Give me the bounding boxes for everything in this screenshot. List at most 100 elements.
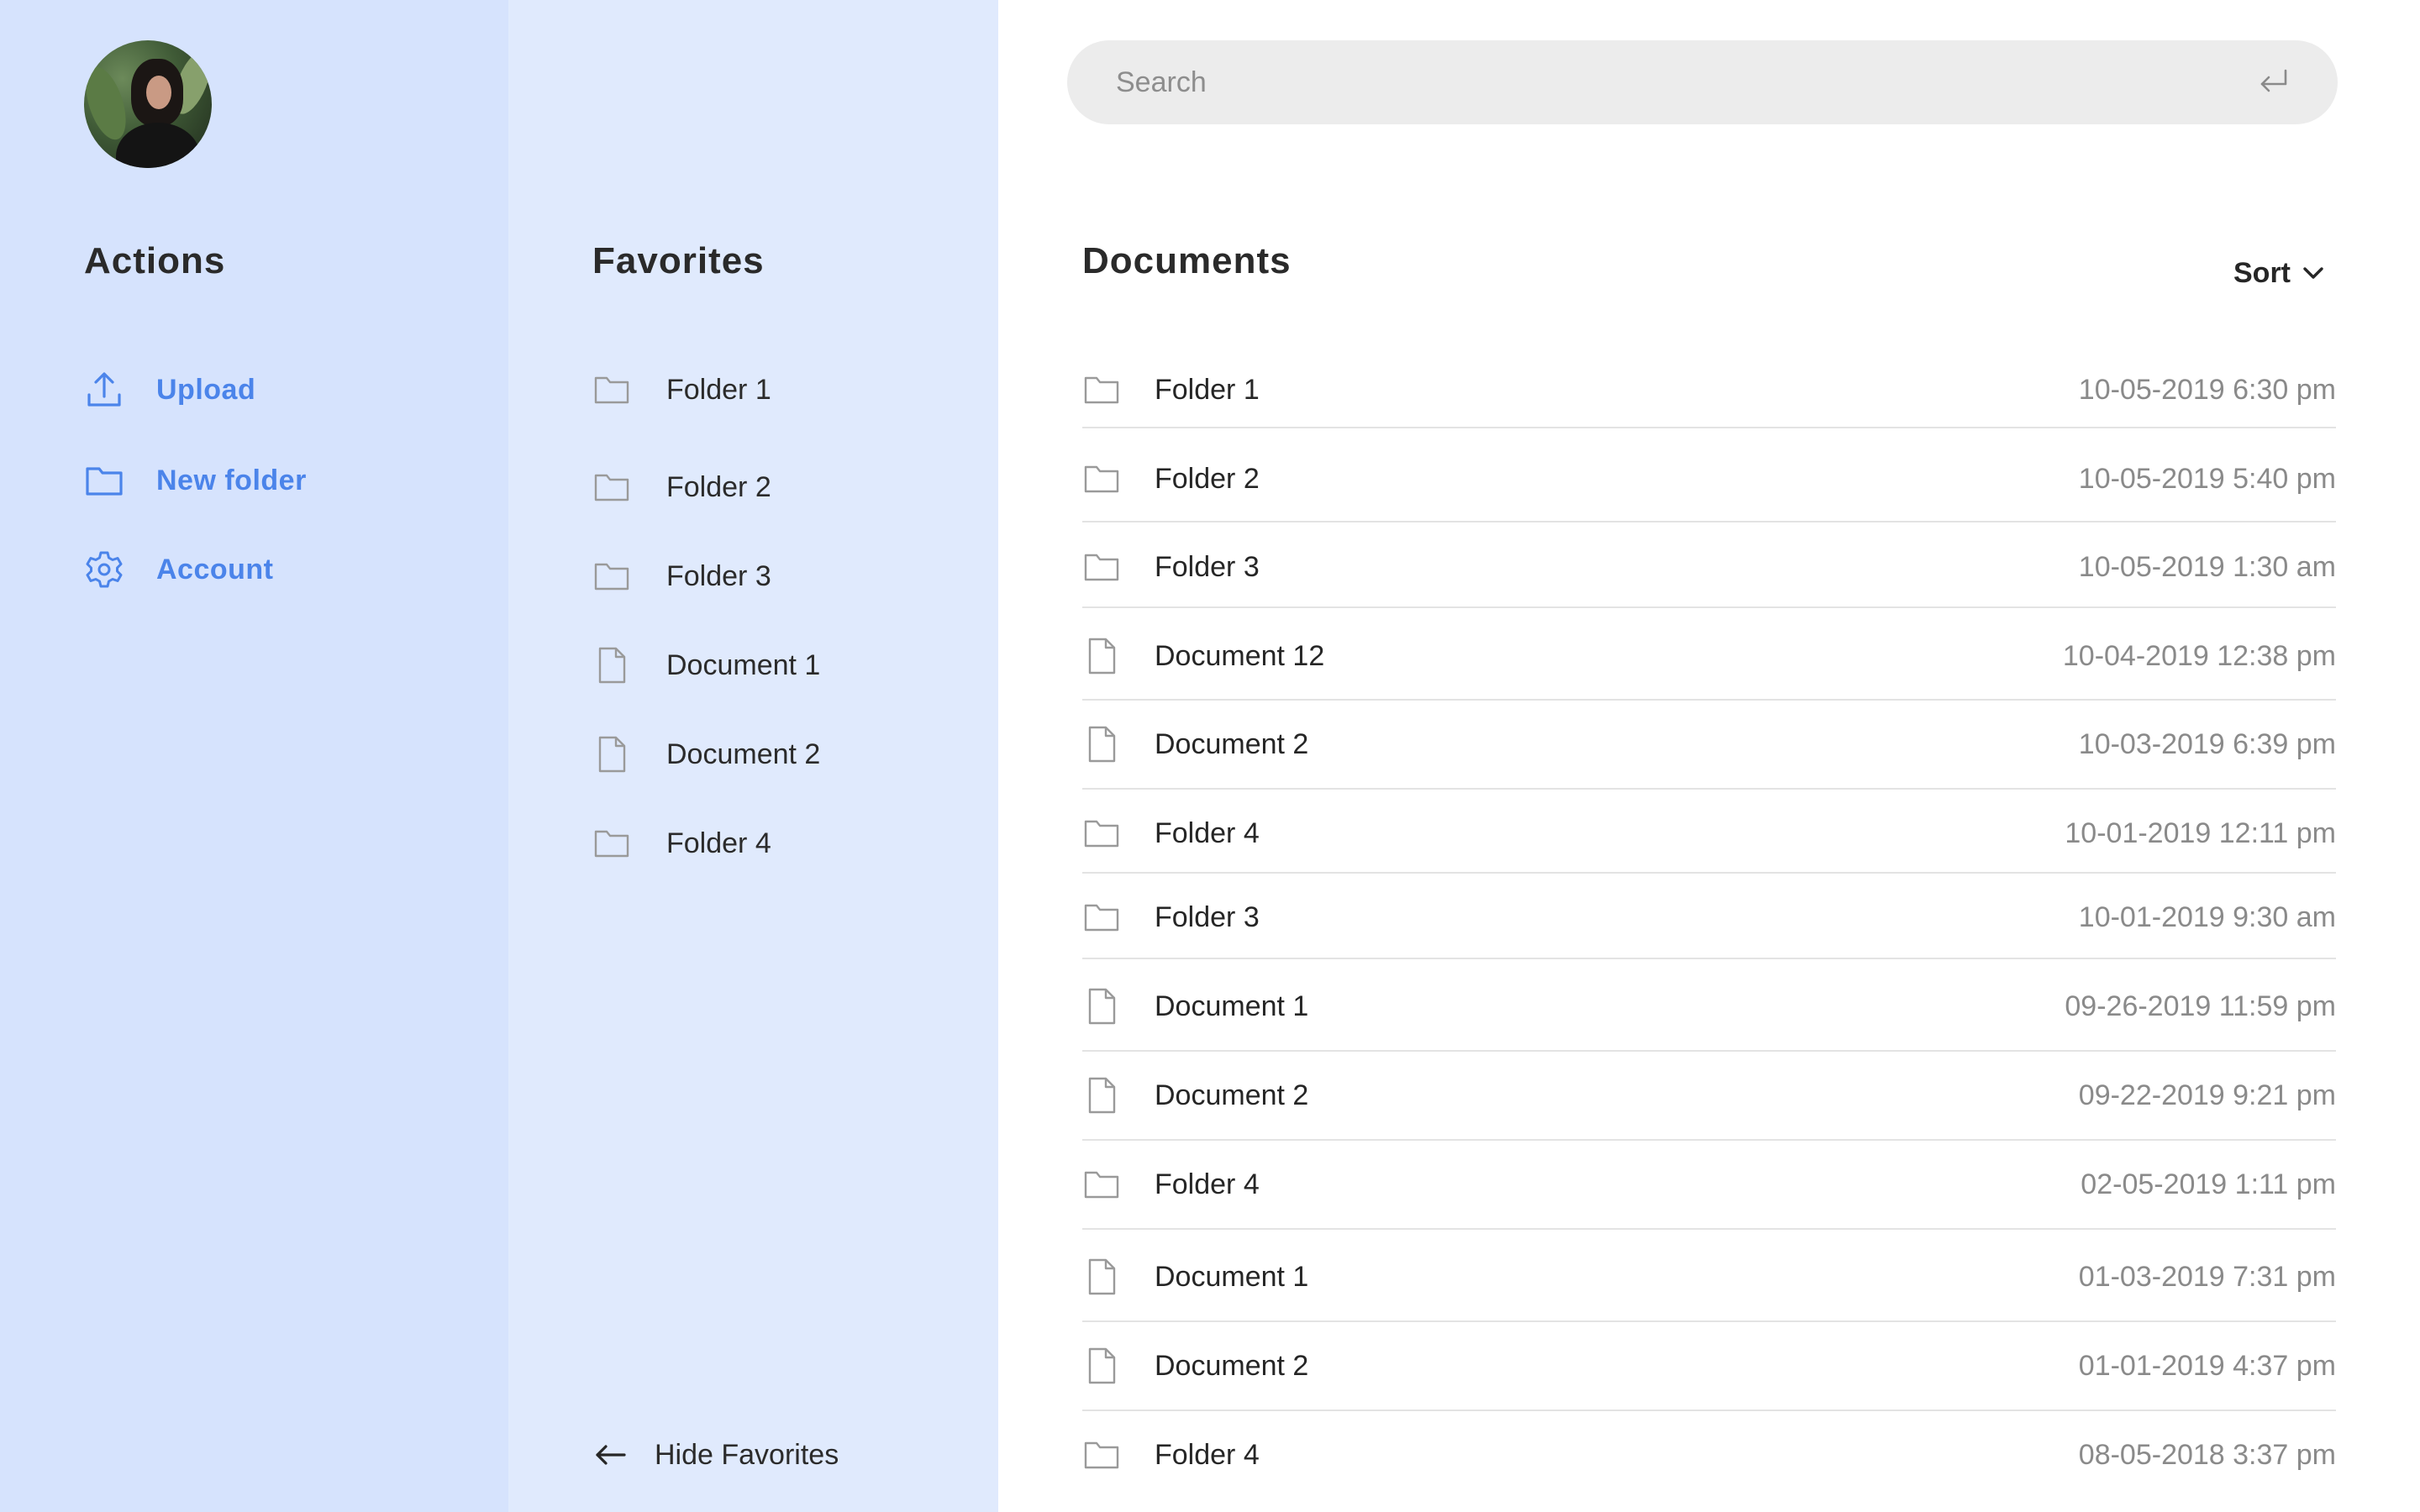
folder-icon xyxy=(592,370,631,409)
upload-label: Upload xyxy=(156,373,256,406)
row-date: 01-01-2019 4:37 pm xyxy=(2078,1349,2336,1382)
folder-icon xyxy=(1082,459,1121,498)
table-row[interactable]: Folder 3 10-05-2019 1:30 am xyxy=(1082,525,2336,609)
document-icon xyxy=(1082,1076,1121,1115)
favorite-item[interactable]: Document 1 xyxy=(592,642,820,689)
table-row[interactable]: Document 2 01-01-2019 4:37 pm xyxy=(1082,1324,2336,1408)
table-row[interactable]: Document 12 10-04-2019 12:38 pm xyxy=(1082,614,2336,698)
row-name: Document 2 xyxy=(1155,727,1309,760)
row-date: 10-05-2019 1:30 am xyxy=(2078,550,2336,583)
upload-button[interactable]: Upload xyxy=(84,366,255,413)
row-divider xyxy=(1082,1050,2336,1052)
actions-title: Actions xyxy=(84,240,226,281)
document-icon xyxy=(592,646,631,685)
row-name: Document 2 xyxy=(1155,1079,1309,1111)
table-row[interactable]: Folder 3 10-01-2019 9:30 am xyxy=(1082,875,2336,959)
favorite-item-label: Folder 1 xyxy=(666,373,771,406)
row-divider xyxy=(1082,1410,2336,1411)
sort-label: Sort xyxy=(2233,256,2291,289)
row-date: 10-01-2019 12:11 pm xyxy=(2065,816,2336,849)
search-bar xyxy=(1067,40,2338,124)
row-name: Folder 3 xyxy=(1155,900,1260,933)
row-divider xyxy=(1082,699,2336,701)
file-manager-app: Actions Upload New folder Account Favori… xyxy=(0,0,2420,1512)
row-name: Folder 1 xyxy=(1155,373,1260,406)
row-name: Document 12 xyxy=(1155,639,1325,672)
documents-title: Documents xyxy=(1082,240,1292,281)
folder-icon xyxy=(1082,814,1121,853)
upload-icon xyxy=(84,370,124,410)
favorite-item[interactable]: Folder 1 xyxy=(592,366,771,413)
favorite-item[interactable]: Folder 4 xyxy=(592,820,771,867)
row-name: Folder 2 xyxy=(1155,462,1260,495)
avatar[interactable] xyxy=(84,40,212,168)
row-name: Document 2 xyxy=(1155,1349,1309,1382)
favorite-item-label: Document 1 xyxy=(666,648,821,681)
row-divider xyxy=(1082,1139,2336,1141)
document-icon xyxy=(1082,987,1121,1026)
arrow-left-icon xyxy=(592,1436,629,1473)
row-date: 02-05-2019 1:11 pm xyxy=(2081,1168,2336,1200)
table-row[interactable]: Folder 4 02-05-2019 1:11 pm xyxy=(1082,1142,2336,1226)
row-name: Folder 4 xyxy=(1155,816,1260,849)
folder-icon xyxy=(592,824,631,863)
table-row[interactable]: Document 2 10-03-2019 6:39 pm xyxy=(1082,702,2336,786)
row-name: Document 1 xyxy=(1155,1260,1309,1293)
folder-icon xyxy=(84,460,124,501)
row-date: 10-04-2019 12:38 pm xyxy=(2062,639,2336,672)
table-row[interactable]: Folder 2 10-05-2019 5:40 pm xyxy=(1082,437,2336,521)
row-divider xyxy=(1082,958,2336,959)
enter-icon[interactable] xyxy=(2255,64,2292,101)
row-date: 09-22-2019 9:21 pm xyxy=(2078,1079,2336,1111)
folder-icon xyxy=(592,557,631,596)
favorites-panel: Favorites Folder 1 Folder 2 Folder 3 Docume… xyxy=(508,0,998,1512)
search-input[interactable] xyxy=(1116,66,2255,99)
new-folder-label: New folder xyxy=(156,464,307,496)
folder-icon xyxy=(1082,898,1121,937)
document-icon xyxy=(1082,1257,1121,1296)
favorite-item-label: Folder 3 xyxy=(666,559,771,592)
table-row[interactable]: Document 1 09-26-2019 11:59 pm xyxy=(1082,964,2336,1048)
favorite-item[interactable]: Document 2 xyxy=(592,731,820,778)
row-date: 09-26-2019 11:59 pm xyxy=(2065,990,2336,1022)
favorite-item[interactable]: Folder 2 xyxy=(592,464,771,511)
row-date: 10-01-2019 9:30 am xyxy=(2078,900,2336,933)
row-divider xyxy=(1082,521,2336,522)
row-divider xyxy=(1082,788,2336,790)
account-button[interactable]: Account xyxy=(84,546,274,593)
document-icon xyxy=(1082,1347,1121,1385)
row-name: Document 1 xyxy=(1155,990,1309,1022)
sort-button[interactable]: Sort xyxy=(2233,252,2328,294)
new-folder-button[interactable]: New folder xyxy=(84,457,307,504)
document-icon xyxy=(1082,637,1121,675)
row-divider xyxy=(1082,606,2336,608)
row-name: Folder 4 xyxy=(1155,1438,1260,1471)
favorite-item[interactable]: Folder 3 xyxy=(592,553,771,600)
folder-icon xyxy=(1082,548,1121,586)
favorite-item-label: Document 2 xyxy=(666,738,821,770)
row-date: 10-05-2019 6:30 pm xyxy=(2078,373,2336,406)
hide-favorites-button[interactable]: Hide Favorites xyxy=(592,1431,839,1478)
account-label: Account xyxy=(156,553,274,585)
table-row[interactable]: Document 1 01-03-2019 7:31 pm xyxy=(1082,1235,2336,1319)
document-icon xyxy=(592,735,631,774)
favorite-item-label: Folder 4 xyxy=(666,827,771,859)
folder-icon xyxy=(1082,370,1121,409)
row-divider xyxy=(1082,427,2336,428)
row-name: Folder 4 xyxy=(1155,1168,1260,1200)
row-divider xyxy=(1082,872,2336,874)
folder-icon xyxy=(592,468,631,507)
row-date: 10-05-2019 5:40 pm xyxy=(2078,462,2336,495)
row-name: Folder 3 xyxy=(1155,550,1260,583)
table-row[interactable]: Document 2 09-22-2019 9:21 pm xyxy=(1082,1053,2336,1137)
row-divider xyxy=(1082,1320,2336,1322)
actions-panel: Actions Upload New folder Account xyxy=(0,0,508,1512)
row-divider xyxy=(1082,1228,2336,1230)
table-row[interactable]: Folder 4 08-05-2018 3:37 pm xyxy=(1082,1413,2336,1497)
documents-panel: Documents Sort Folder 1 10-05-2019 6:30 p… xyxy=(998,0,2420,1512)
table-row[interactable]: Folder 1 10-05-2019 6:30 pm xyxy=(1082,348,2336,432)
favorite-item-label: Folder 2 xyxy=(666,470,771,503)
table-row[interactable]: Folder 4 10-01-2019 12:11 pm xyxy=(1082,791,2336,875)
row-date: 01-03-2019 7:31 pm xyxy=(2078,1260,2336,1293)
favorites-title: Favorites xyxy=(592,240,765,281)
